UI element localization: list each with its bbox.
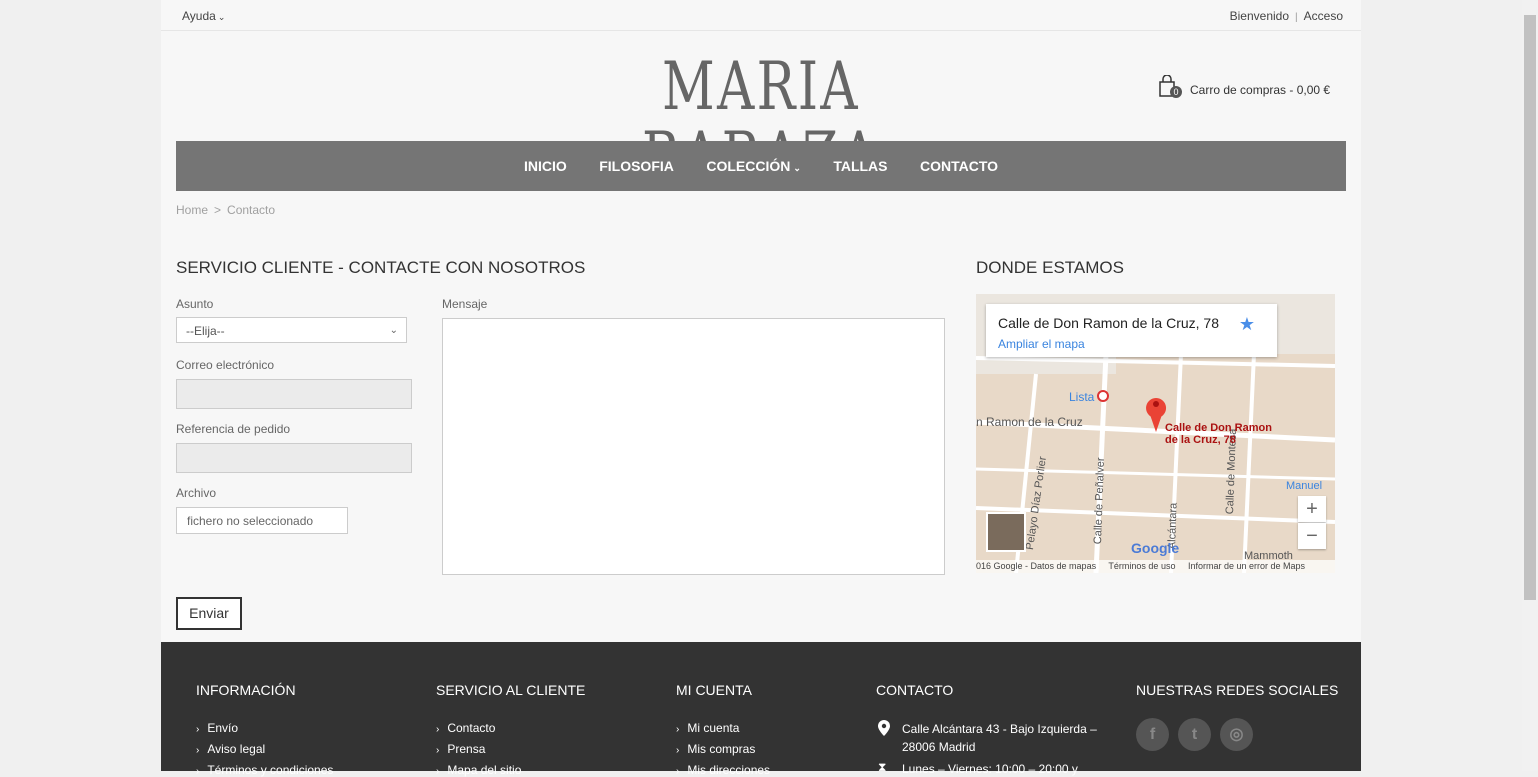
footer-link-mi-cuenta[interactable]: › Mi cuenta [676,721,739,735]
footer-link-contacto[interactable]: › Contacto [436,721,495,735]
top-bar: Ayuda ⌄ Bienvenido | Acceso [161,0,1361,31]
cart-label: Carro de compras - 0,00 € [1190,83,1331,97]
nav-item-coleccion-label: COLECCIÓN [706,158,791,174]
chevron-right-icon: › [676,766,680,777]
footer-link-label: Términos y condiciones [207,763,334,777]
nav-item-filosofia[interactable]: FILOSOFIA [599,141,674,191]
breadcrumb: Home > Contacto [176,203,275,217]
file-label: Archivo [176,486,217,500]
map-terms-link[interactable]: Términos de uso [1108,561,1175,571]
nav-item-tallas[interactable]: TALLAS [833,141,887,191]
footer-link-aviso[interactable]: › Aviso legal [196,742,265,756]
map-pin-icon [878,720,890,736]
map-footer: 016 Google - Datos de mapas Términos de … [976,560,1335,573]
help-menu[interactable]: Ayuda ⌄ [182,9,225,23]
map-label-ramon: n Ramon de la Cruz [976,415,1083,429]
location-title: DONDE ESTAMOS [976,258,1124,277]
footer-contact-hours: Lunes – Viernes: 10:00 – 20:00 y [902,762,1078,776]
submit-button[interactable]: Enviar [176,597,242,630]
chevron-right-icon: › [196,745,200,756]
map-info-card: Calle de Don Ramon de la Cruz, 78 Amplia… [986,304,1277,357]
footer-link-terminos[interactable]: › Términos y condiciones [196,763,333,777]
footer-link-compras[interactable]: › Mis compras [676,742,755,756]
order-reference-field[interactable] [176,443,412,473]
enlarge-map-link[interactable]: Ampliar el mapa [998,337,1085,351]
instagram-icon[interactable]: ◎ [1220,718,1253,751]
file-upload-input[interactable]: fichero no seleccionado [176,507,348,534]
chevron-right-icon: › [676,745,680,756]
footer-contact-address: Calle Alcántara 43 - Bajo Izquierda – 28… [902,722,1097,754]
zoom-in-button[interactable]: + [1298,496,1326,522]
contact-form-title: SERVICIO CLIENTE - CONTACTE CON NOSOTROS [176,258,586,277]
site-footer: INFORMACIÓN › Envío › Aviso legal › Término… [161,642,1361,777]
main-nav: INICIO FILOSOFIA COLECCIÓN ⌄ TALLAS CONTA… [176,141,1346,191]
breadcrumb-home[interactable]: Home [176,203,208,217]
email-label: Correo electrónico [176,358,275,372]
chevron-down-icon: ⌄ [389,325,398,336]
user-links: Bienvenido | Acceso [1230,9,1343,23]
footer-link-label: Envío [207,721,239,735]
map-pin-label: Calle de Don Ramon de la Cruz, 78 [1165,422,1272,446]
subject-select[interactable]: --Elija-- ⌄ [176,317,407,343]
footer-link-prensa[interactable]: › Prensa [436,742,485,756]
footer-link-label: Mi cuenta [687,721,740,735]
chevron-down-icon: ⌄ [793,163,801,173]
breadcrumb-current: Contacto [227,203,276,217]
satellite-toggle[interactable] [986,512,1026,552]
help-label: Ayuda [182,9,216,23]
footer-link-envio[interactable]: › Envío [196,721,238,735]
hourglass-icon: ⧗ [878,760,887,774]
footer-link-label: Mis direcciones [687,763,771,777]
zoom-out-button[interactable]: − [1298,523,1326,549]
footer-social-title: NUESTRAS REDES SOCIALES [1136,682,1339,698]
message-textarea[interactable] [442,318,945,575]
breadcrumb-separator: > [214,203,222,217]
chevron-right-icon: › [436,724,440,735]
chevron-right-icon: › [436,766,440,777]
twitter-icon[interactable]: t [1178,718,1211,751]
chevron-right-icon: › [196,766,200,777]
nav-item-contacto[interactable]: CONTACTO [920,141,998,191]
footer-contact-title: CONTACTO [876,682,954,698]
scrollbar-thumb[interactable] [1524,15,1536,600]
map-card-address: Calle de Don Ramon de la Cruz, 78 [998,315,1220,331]
footer-service-title: SERVICIO AL CLIENTE [436,682,586,698]
divider: | [1295,12,1298,23]
nav-item-inicio[interactable]: INICIO [524,141,567,191]
footer-link-mapa[interactable]: › Mapa del sitio [436,763,521,777]
google-map[interactable]: Calle de Don Ramon de la Cruz, 78 Amplia… [976,294,1335,573]
star-icon[interactable]: ★ [1239,314,1255,335]
footer-link-label: Contacto [447,721,496,735]
subject-label: Asunto [176,297,214,311]
chevron-right-icon: › [196,724,200,735]
footer-info-title: INFORMACIÓN [196,682,296,698]
nav-item-coleccion[interactable]: COLECCIÓN ⌄ [706,141,801,193]
page: Ayuda⌄ Bienvenido|Acceso MARIA BARAZA 0 … [161,0,1361,777]
facebook-icon[interactable]: f [1136,718,1169,751]
login-link[interactable]: Acceso [1304,9,1343,23]
footer-link-label: Aviso legal [207,742,266,756]
map-pin-label-line-1: Calle de Don Ramon [1165,422,1272,434]
footer-link-label: Prensa [447,742,486,756]
footer-link-direcciones[interactable]: › Mis direcciones [676,763,770,777]
footer-link-label: Mapa del sitio [447,763,522,777]
chevron-right-icon: › [676,724,680,735]
chevron-right-icon: › [436,745,440,756]
map-data-credit: 016 Google - Datos de mapas [976,561,1097,571]
footer-link-label: Mis compras [687,742,756,756]
welcome-link[interactable]: Bienvenido [1230,9,1289,23]
chevron-down-icon: ⌄ [217,12,226,22]
subject-select-value: --Elija-- [186,324,225,338]
map-label-manuel: Manuel [1286,480,1323,492]
google-logo: Google [1131,540,1180,556]
cart-count-badge: 0 [1170,86,1182,98]
footer-account-title: MI CUENTA [676,682,752,698]
order-reference-label: Referencia de pedido [176,422,291,436]
site-logo[interactable]: MARIA BARAZA [617,52,906,192]
message-label: Mensaje [442,297,488,311]
map-label-lista: Lista [1069,390,1095,404]
map-pin-label-line-2: de la Cruz, 78 [1165,434,1236,446]
map-report-link[interactable]: Informar de un error de Maps [1188,561,1305,571]
email-field[interactable] [176,379,412,409]
